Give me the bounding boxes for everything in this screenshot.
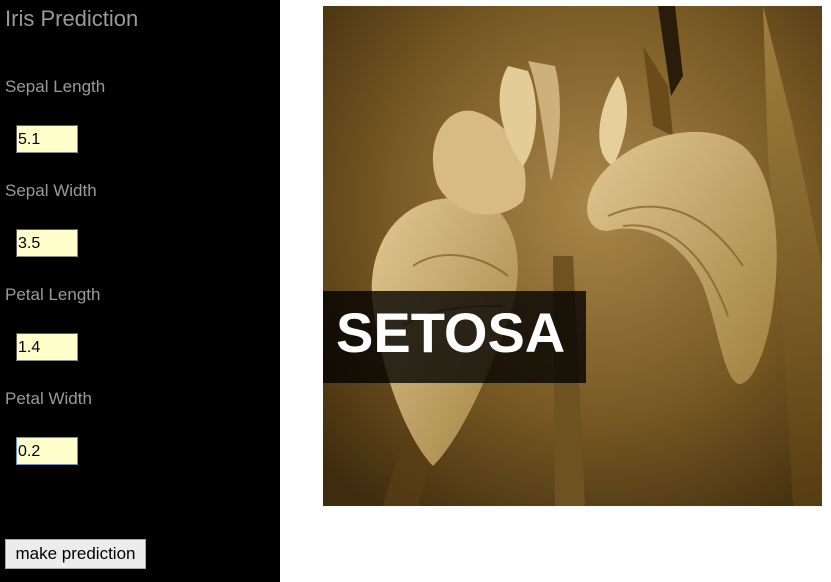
prediction-result-banner: SETOSA: [323, 291, 586, 383]
iris-flower-photo: SETOSA: [323, 6, 822, 506]
app-title: Iris Prediction: [5, 6, 139, 31]
sepal-length-input[interactable]: [16, 125, 78, 153]
petal-width-label: Petal Width: [5, 389, 92, 408]
make-prediction-button[interactable]: make prediction: [5, 539, 146, 569]
petal-length-label: Petal Length: [5, 285, 101, 304]
sepal-length-label: Sepal Length: [5, 77, 106, 96]
petal-width-input[interactable]: [16, 437, 78, 465]
sepal-width-input[interactable]: [16, 229, 78, 257]
input-sidebar: Iris Prediction Sepal Length Sepal Width…: [0, 0, 280, 582]
petal-length-input[interactable]: [16, 333, 78, 361]
prediction-result-label: SETOSA: [336, 301, 566, 364]
sepal-width-label: Sepal Width: [5, 181, 97, 200]
